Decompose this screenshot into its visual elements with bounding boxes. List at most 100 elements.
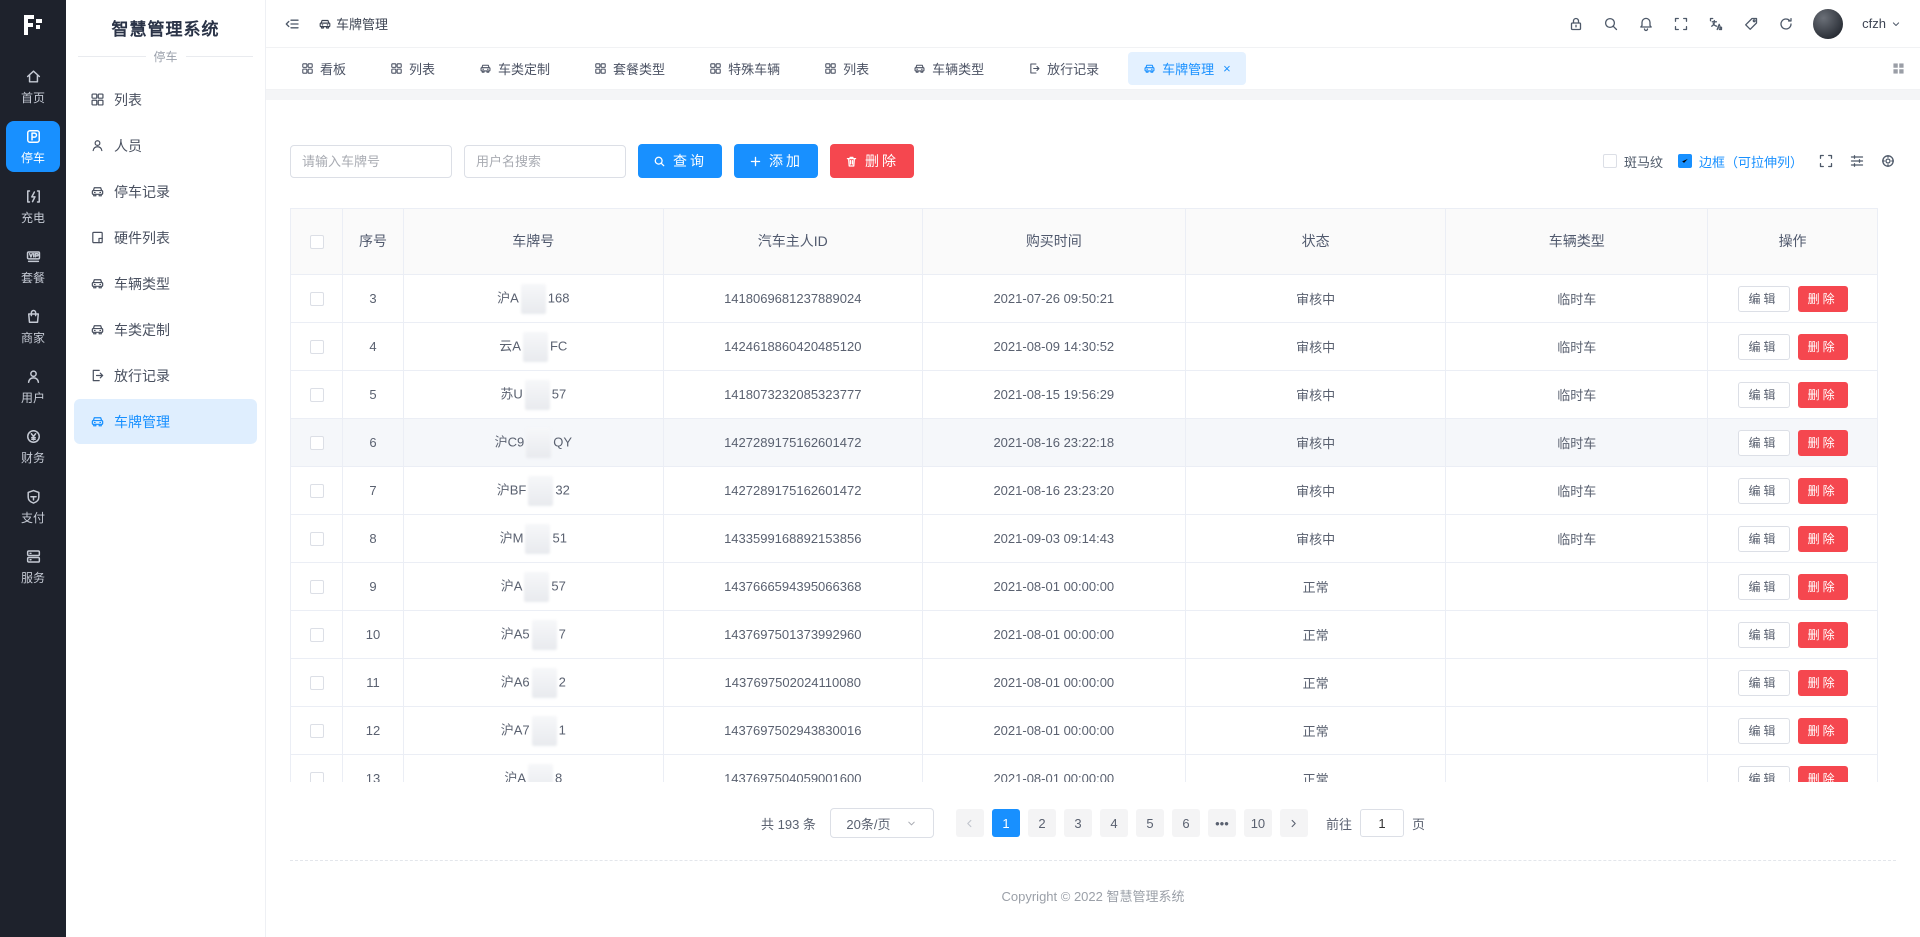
zebra-checkbox[interactable]: 斑马纹 bbox=[1603, 152, 1663, 171]
tab-special-vehicle[interactable]: 特殊车辆 bbox=[694, 52, 795, 85]
row-checkbox[interactable] bbox=[310, 388, 324, 402]
row-checkbox[interactable] bbox=[310, 580, 324, 594]
sidebar-item-personnel[interactable]: 人员 bbox=[74, 123, 257, 168]
rail-item-home[interactable]: 首页 bbox=[6, 61, 60, 112]
table-fullscreen-icon[interactable] bbox=[1818, 153, 1834, 169]
sidebar-item-vehicle-class-custom[interactable]: 车类定制 bbox=[74, 307, 257, 352]
tab-list-2[interactable]: 列表 bbox=[809, 52, 884, 85]
delete-row-button[interactable]: 删除 bbox=[1798, 478, 1848, 504]
border-checkbox[interactable]: 边框（可拉伸列） bbox=[1678, 152, 1803, 171]
edit-row-button[interactable]: 编辑 bbox=[1738, 670, 1790, 696]
tab-label: 车牌管理 bbox=[1162, 59, 1214, 78]
rail-item-user[interactable]: 用户 bbox=[6, 361, 60, 412]
more-pages-button[interactable]: ••• bbox=[1208, 809, 1236, 837]
edit-row-button[interactable]: 编辑 bbox=[1738, 574, 1790, 600]
page-button-5[interactable]: 5 bbox=[1136, 809, 1164, 837]
row-checkbox[interactable] bbox=[310, 340, 324, 354]
edit-row-button[interactable]: 编辑 bbox=[1738, 382, 1790, 408]
page-button-4[interactable]: 4 bbox=[1100, 809, 1128, 837]
tab-dashboard[interactable]: 看板 bbox=[286, 52, 361, 85]
query-button[interactable]: 查询 bbox=[638, 144, 722, 178]
page-button-1[interactable]: 1 bbox=[992, 809, 1020, 837]
car-icon bbox=[1143, 62, 1156, 75]
fullscreen-icon[interactable] bbox=[1673, 16, 1689, 32]
plates-table: 序号车牌号汽车主人ID购买时间状态车辆类型操作 3沪A1681418069681… bbox=[290, 208, 1878, 782]
delete-row-button[interactable]: 删除 bbox=[1798, 718, 1848, 744]
page-size-select[interactable]: 20条/页 bbox=[830, 808, 934, 838]
search-icon[interactable] bbox=[1603, 16, 1619, 32]
edit-row-button[interactable]: 编辑 bbox=[1738, 430, 1790, 456]
delete-row-button[interactable]: 删除 bbox=[1798, 766, 1848, 783]
row-checkbox[interactable] bbox=[310, 484, 324, 498]
avatar[interactable] bbox=[1813, 9, 1843, 39]
tab-release-records[interactable]: 放行记录 bbox=[1013, 52, 1114, 85]
sidebar-item-release-records[interactable]: 放行记录 bbox=[74, 353, 257, 398]
row-checkbox[interactable] bbox=[310, 532, 324, 546]
tabs-grid-icon[interactable] bbox=[1891, 61, 1906, 76]
row-checkbox[interactable] bbox=[310, 436, 324, 450]
add-button[interactable]: 添加 bbox=[734, 144, 818, 178]
rail-item-service[interactable]: 服务 bbox=[6, 541, 60, 592]
tab-package-type[interactable]: 套餐类型 bbox=[579, 52, 680, 85]
delete-row-button[interactable]: 删除 bbox=[1798, 526, 1848, 552]
delete-row-button[interactable]: 删除 bbox=[1798, 382, 1848, 408]
sidebar-item-list[interactable]: 列表 bbox=[74, 77, 257, 122]
tab-vehicle-type[interactable]: 车辆类型 bbox=[898, 52, 999, 85]
edit-row-button[interactable]: 编辑 bbox=[1738, 718, 1790, 744]
sidebar-item-plate-management[interactable]: 车牌管理 bbox=[74, 399, 257, 444]
page-button-10[interactable]: 10 bbox=[1244, 809, 1272, 837]
sidebar-item-vehicle-type[interactable]: 车辆类型 bbox=[74, 261, 257, 306]
column-settings-icon[interactable] bbox=[1849, 153, 1865, 169]
column-header: 操作 bbox=[1708, 209, 1878, 275]
app-logo[interactable] bbox=[0, 0, 66, 52]
lock-icon[interactable] bbox=[1568, 16, 1584, 32]
rail-item-payment[interactable]: 支付 bbox=[6, 481, 60, 532]
tag-icon[interactable] bbox=[1743, 16, 1759, 32]
row-checkbox[interactable] bbox=[310, 628, 324, 642]
delete-row-button[interactable]: 删除 bbox=[1798, 286, 1848, 312]
edit-row-button[interactable]: 编辑 bbox=[1738, 526, 1790, 552]
next-page-button[interactable] bbox=[1280, 809, 1308, 837]
row-checkbox[interactable] bbox=[310, 676, 324, 690]
select-all-checkbox[interactable] bbox=[310, 235, 324, 249]
row-checkbox[interactable] bbox=[310, 724, 324, 738]
rail-item-package[interactable]: 套餐 bbox=[6, 241, 60, 292]
edit-row-button[interactable]: 编辑 bbox=[1738, 286, 1790, 312]
edit-row-button[interactable]: 编辑 bbox=[1738, 334, 1790, 360]
page-button-3[interactable]: 3 bbox=[1064, 809, 1092, 837]
edit-row-button[interactable]: 编辑 bbox=[1738, 766, 1790, 783]
row-checkbox[interactable] bbox=[310, 772, 324, 782]
rail-item-merchant[interactable]: 商家 bbox=[6, 301, 60, 352]
page-button-6[interactable]: 6 bbox=[1172, 809, 1200, 837]
rail-item-parking[interactable]: 停车 bbox=[6, 121, 60, 172]
username-search-input[interactable] bbox=[464, 145, 626, 178]
sidebar-item-label: 硬件列表 bbox=[114, 228, 170, 248]
edit-row-button[interactable]: 编辑 bbox=[1738, 622, 1790, 648]
refresh-icon[interactable] bbox=[1778, 16, 1794, 32]
user-menu[interactable]: cfzh bbox=[1862, 16, 1902, 31]
sidebar-item-parking-records[interactable]: 停车记录 bbox=[74, 169, 257, 214]
delete-row-button[interactable]: 删除 bbox=[1798, 574, 1848, 600]
row-checkbox[interactable] bbox=[310, 292, 324, 306]
translate-icon[interactable] bbox=[1708, 16, 1724, 32]
delete-button[interactable]: 删除 bbox=[830, 144, 914, 178]
page-button-2[interactable]: 2 bbox=[1028, 809, 1056, 837]
prev-page-button[interactable] bbox=[956, 809, 984, 837]
delete-row-button[interactable]: 删除 bbox=[1798, 622, 1848, 648]
tab-plate-management[interactable]: 车牌管理 × bbox=[1128, 52, 1246, 85]
plate-search-input[interactable] bbox=[290, 145, 452, 178]
rail-item-finance[interactable]: 财务 bbox=[6, 421, 60, 472]
tab-list[interactable]: 列表 bbox=[375, 52, 450, 85]
close-icon[interactable]: × bbox=[1223, 62, 1231, 75]
menu-fold-icon[interactable] bbox=[284, 16, 300, 32]
delete-row-button[interactable]: 删除 bbox=[1798, 430, 1848, 456]
edit-row-button[interactable]: 编辑 bbox=[1738, 478, 1790, 504]
bell-icon[interactable] bbox=[1638, 16, 1654, 32]
delete-row-button[interactable]: 删除 bbox=[1798, 334, 1848, 360]
goto-page-input[interactable] bbox=[1360, 809, 1404, 837]
delete-row-button[interactable]: 删除 bbox=[1798, 670, 1848, 696]
rail-item-charging[interactable]: 充电 bbox=[6, 181, 60, 232]
sidebar-item-hardware-list[interactable]: 硬件列表 bbox=[74, 215, 257, 260]
gear-icon[interactable] bbox=[1880, 153, 1896, 169]
tab-vehicle-class-custom[interactable]: 车类定制 bbox=[464, 52, 565, 85]
